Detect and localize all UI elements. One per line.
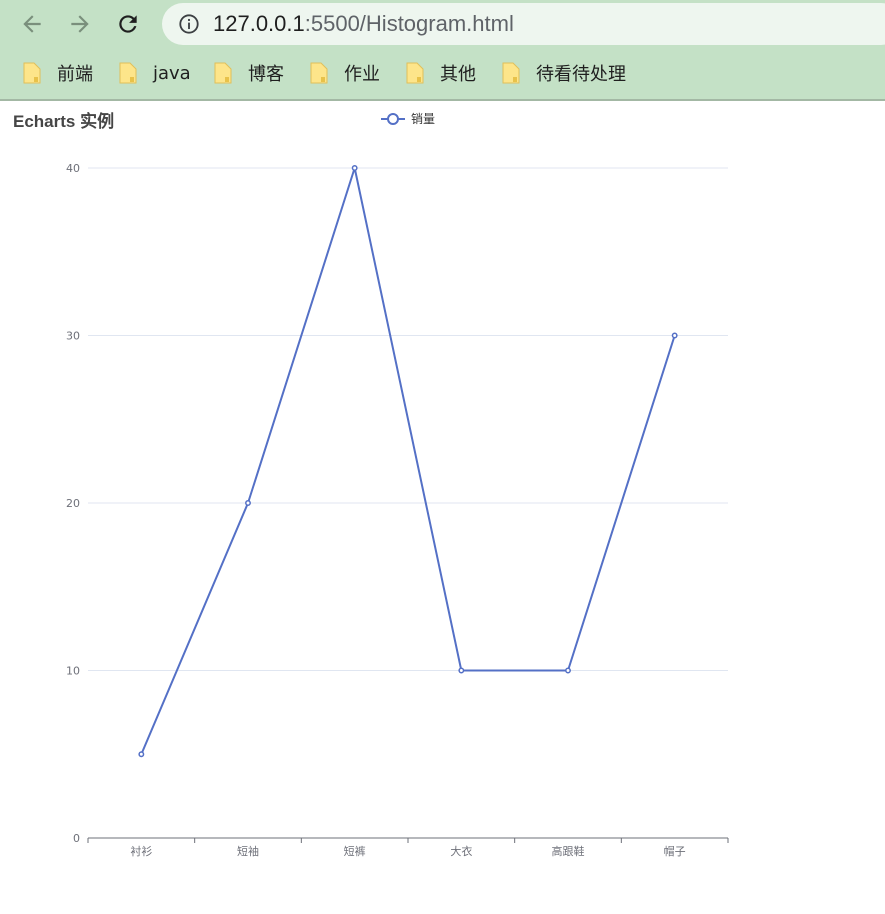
site-info-icon[interactable] bbox=[178, 13, 200, 35]
back-arrow-icon[interactable] bbox=[17, 9, 47, 39]
folder-icon bbox=[502, 62, 520, 84]
bookmark-folder-todo[interactable]: 待看待处理 bbox=[502, 60, 626, 86]
folder-icon bbox=[310, 62, 328, 84]
y-tick-label: 40 bbox=[66, 162, 80, 175]
data-point bbox=[351, 165, 358, 171]
browser-toolbar: 127.0.0.1:5500/Histogram.html bbox=[0, 0, 885, 48]
bookmark-folder-homework[interactable]: 作业 bbox=[310, 60, 380, 86]
y-tick-label: 20 bbox=[66, 497, 80, 510]
url-path: :5500/Histogram.html bbox=[304, 11, 514, 36]
x-tick-label: 短袖 bbox=[237, 844, 259, 858]
bookmark-folder-other[interactable]: 其他 bbox=[406, 60, 476, 86]
bookmark-label: 博客 bbox=[248, 64, 284, 85]
chart-title: Echarts 实例 bbox=[13, 111, 114, 131]
data-point bbox=[245, 500, 251, 506]
bookmark-label: 前端 bbox=[57, 64, 93, 85]
data-point bbox=[671, 332, 678, 339]
url-host: 127.0.0.1 bbox=[213, 11, 305, 36]
legend-label: 销量 bbox=[411, 112, 435, 126]
bookmark-folder-blog[interactable]: 博客 bbox=[214, 60, 284, 86]
legend[interactable]: 销量 bbox=[381, 112, 435, 126]
folder-icon bbox=[119, 62, 137, 84]
y-tick-label: 10 bbox=[66, 665, 80, 678]
address-bar[interactable]: 127.0.0.1:5500/Histogram.html bbox=[162, 3, 885, 45]
folder-icon bbox=[214, 62, 232, 84]
bookmarks-bar: 前端 java 博客 作业 其他 待看待处理 bbox=[0, 48, 885, 101]
x-tick-label: 衬衫 bbox=[130, 845, 152, 858]
x-tick-label: 大衣 bbox=[450, 844, 472, 858]
url-text[interactable]: 127.0.0.1:5500/Histogram.html bbox=[213, 11, 514, 37]
bookmark-folder-java[interactable]: java bbox=[119, 60, 191, 86]
legend-symbol-icon bbox=[387, 113, 399, 125]
bookmark-folder-frontend[interactable]: 前端 bbox=[23, 60, 93, 86]
bookmark-label: 其他 bbox=[440, 64, 476, 85]
series-line bbox=[140, 167, 676, 755]
folder-icon bbox=[23, 62, 41, 84]
x-tick-label: 帽子 bbox=[664, 845, 686, 858]
data-point bbox=[138, 751, 145, 758]
bookmark-label: java bbox=[153, 62, 191, 84]
bookmark-label: 作业 bbox=[344, 64, 380, 85]
bookmark-label: 待看待处理 bbox=[536, 64, 626, 85]
x-tick-label: 短裤 bbox=[344, 844, 366, 858]
y-tick-label: 0 bbox=[73, 832, 80, 845]
y-tick-label: 30 bbox=[66, 330, 80, 343]
x-tick-label: 高跟鞋 bbox=[552, 844, 585, 858]
line-chart: Echarts 实例 销量 0 10 20 30 40 衬衫 短袖 短裤 大衣 高跟鞋 帽子 bbox=[13, 111, 729, 858]
data-point bbox=[565, 667, 571, 674]
reload-icon[interactable] bbox=[113, 9, 143, 39]
data-point bbox=[458, 667, 465, 674]
forward-arrow-icon[interactable] bbox=[65, 9, 95, 39]
folder-icon bbox=[406, 62, 424, 84]
